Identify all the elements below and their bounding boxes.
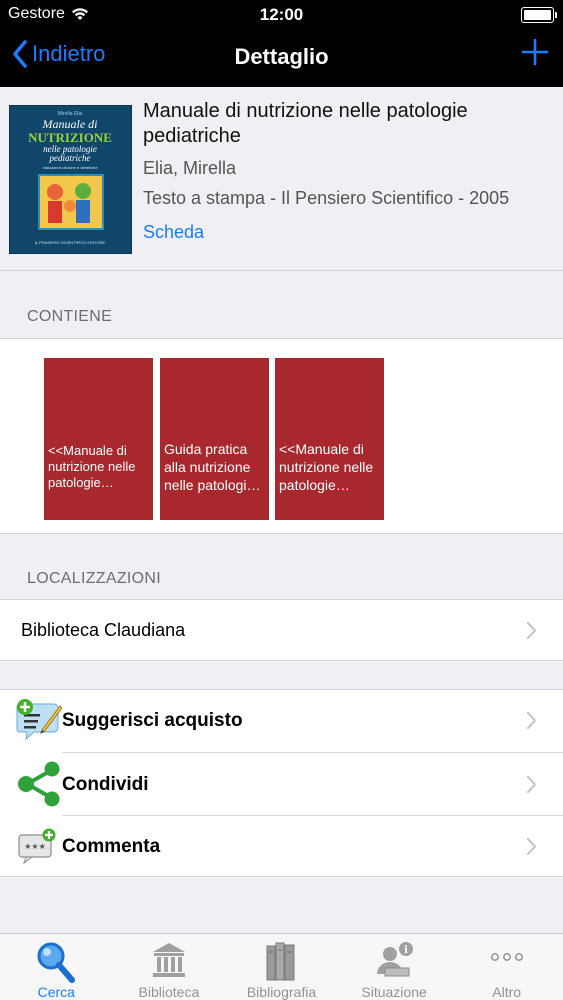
comment-icon: ★★★: [18, 828, 56, 864]
tab-biblioteca[interactable]: Biblioteca: [113, 934, 226, 1000]
tab-label: Situazione: [361, 984, 427, 1000]
tab-label: Biblioteca: [138, 984, 200, 1000]
tab-situazione[interactable]: i Situazione: [338, 934, 451, 1000]
suggest-purchase-icon: [16, 699, 62, 740]
share-row[interactable]: Condividi: [0, 753, 563, 815]
cover-subtitle: Indicazioni cliniche e dietetiche: [43, 165, 99, 170]
clock: 12:00: [259, 5, 304, 24]
contains-carousel[interactable]: <<Manuale di nutrizione nelle patologie …: [0, 338, 563, 534]
share-icon: [18, 761, 60, 807]
tab-label: Cerca: [37, 984, 75, 1000]
cover-title-2: NUTRIZIONE: [28, 130, 112, 145]
chevron-right-icon: [526, 775, 537, 794]
tab-bar: Cerca Biblioteca Bibliografia i Situazio…: [0, 933, 563, 1000]
cover-publisher: IL PENSIERO SCIENTIFICO EDITORE: [35, 240, 106, 245]
location-label: Biblioteca Claudiana: [21, 620, 186, 640]
comment-label: Commenta: [62, 836, 161, 857]
book-cover: Mirella Elia Manuale di NUTRIZIONE nelle…: [9, 105, 132, 254]
record-detail: Mirella Elia Manuale di NUTRIZIONE nelle…: [0, 87, 563, 271]
add-button[interactable]: [521, 38, 549, 71]
svg-text:i: i: [404, 945, 408, 956]
tab-bibliografia[interactable]: Bibliografia: [225, 934, 338, 1000]
share-label: Condividi: [62, 774, 149, 795]
library-icon: [152, 943, 185, 977]
contained-item[interactable]: <<Manuale di nutrizione nelle patologie …: [44, 358, 153, 520]
tab-cerca[interactable]: Cerca: [0, 934, 113, 1000]
suggest-purchase-label: Suggerisci acquisto: [62, 710, 243, 731]
comment-row[interactable]: ★★★ Commenta: [0, 816, 563, 878]
record-publication: Testo a stampa - Il Pensiero Scientifico…: [143, 188, 510, 208]
actions-group: Suggerisci acquisto Condividi ★★★ Commen…: [0, 689, 563, 877]
record-author: Elia, Mirella: [143, 158, 237, 178]
suggest-purchase-row[interactable]: Suggerisci acquisto: [0, 690, 563, 752]
contained-item[interactable]: Guida pratica alla nutrizione nelle pato…: [160, 358, 269, 520]
tab-label: Altro: [492, 984, 522, 1000]
search-icon: [37, 942, 76, 983]
books-icon: [266, 942, 295, 981]
user-status-icon: i: [377, 942, 414, 977]
navigation-bar: Indietro Dettaglio: [0, 30, 563, 87]
chevron-right-icon: [526, 621, 537, 640]
chevron-right-icon: [526, 837, 537, 856]
status-bar: Gestore 12:00: [0, 0, 563, 30]
location-row[interactable]: Biblioteca Claudiana: [0, 599, 563, 661]
tab-label: Bibliografia: [246, 984, 317, 1000]
page-title: Dettaglio: [234, 44, 329, 69]
svg-text:★★★: ★★★: [24, 842, 46, 851]
more-icon: [490, 953, 523, 961]
battery-icon: [521, 7, 557, 23]
cover-title-4: pediatriche: [49, 153, 91, 163]
chevron-right-icon: [526, 711, 537, 730]
record-title: Manuale di nutrizione nelle patologie pe…: [143, 100, 468, 147]
plus-icon: [521, 38, 549, 66]
book-cover-image: Mirella Elia Manuale di NUTRIZIONE nelle…: [10, 106, 131, 253]
contained-item[interactable]: <<Manuale di nutrizione nelle patologie …: [275, 358, 384, 520]
details-link[interactable]: Scheda: [143, 222, 204, 243]
contains-header: CONTIENE: [27, 308, 113, 325]
tab-altro[interactable]: Altro: [450, 934, 563, 1000]
cover-title-1: Manuale di: [42, 117, 98, 131]
locations-header: LOCALIZZAZIONI: [27, 570, 161, 587]
